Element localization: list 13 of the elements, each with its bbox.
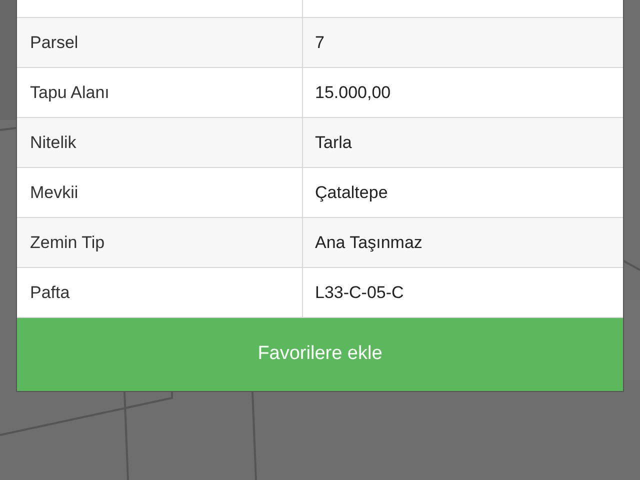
property-value: 7 <box>315 32 324 54</box>
property-label: Mevkii <box>30 182 78 204</box>
property-label: Nitelik <box>30 132 76 154</box>
property-value: Ana Taşınmaz <box>315 232 422 254</box>
property-value: 15.000,00 <box>315 82 391 104</box>
property-value: L33-C-05-C <box>315 282 404 304</box>
add-to-favorites-button[interactable]: Favorilere ekle <box>17 318 623 391</box>
property-value: Tarla <box>315 132 352 154</box>
property-label: Zemin Tip <box>30 232 105 254</box>
property-label: Pafta <box>30 282 70 304</box>
property-value: Çataltepe <box>315 182 388 204</box>
property-label: Parsel <box>30 32 78 54</box>
property-label: Tapu Alanı <box>30 82 110 104</box>
